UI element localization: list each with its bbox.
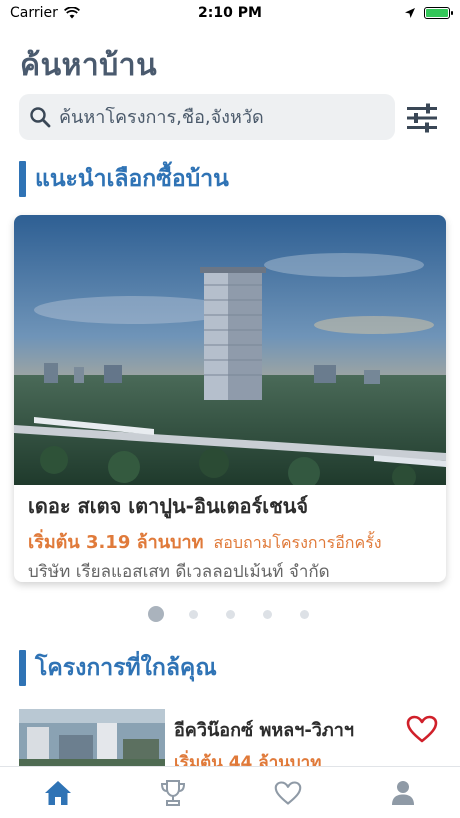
nearby-project-item[interactable]: อีควิน๊อกซ์ พหลฯ-วิภาฯ เริ่มต้น 44 ล้านบ… bbox=[19, 709, 440, 769]
featured-project-company: บริษัท เรียลแอสเสท ดีเวลลอปเม้นท์ จำกัด bbox=[28, 562, 330, 582]
heart-outline-icon bbox=[406, 715, 438, 743]
section-title-recommended: แนะนำเลือกซื้อบ้าน bbox=[35, 166, 229, 192]
tab-favorites[interactable] bbox=[230, 767, 345, 818]
location-arrow-icon bbox=[405, 8, 415, 18]
heart-icon bbox=[274, 780, 301, 805]
search-input[interactable] bbox=[59, 106, 379, 128]
carousel-dot[interactable] bbox=[188, 609, 198, 619]
sliders-icon bbox=[407, 103, 437, 133]
trophy-icon bbox=[160, 779, 185, 806]
featured-project-image bbox=[14, 215, 446, 485]
search-icon bbox=[30, 107, 51, 128]
nearby-project-thumbnail bbox=[19, 709, 165, 769]
tab-bar bbox=[0, 766, 460, 818]
featured-project-name: เดอะ สเตจ เตาปูน-อินเตอร์เชนจ์ bbox=[28, 494, 309, 518]
status-right bbox=[404, 7, 453, 19]
page-title: ค้นหาบ้าน bbox=[20, 48, 158, 83]
carousel-dot[interactable] bbox=[262, 609, 272, 619]
carousel-dot[interactable] bbox=[225, 609, 235, 619]
tab-awards[interactable] bbox=[115, 767, 230, 818]
section-accent-bar bbox=[19, 650, 26, 686]
tab-home[interactable] bbox=[0, 767, 115, 818]
status-bar: Carrier 2:10 PM bbox=[0, 0, 460, 26]
status-left: Carrier bbox=[10, 5, 80, 21]
battery-level bbox=[426, 9, 448, 17]
battery-icon bbox=[424, 7, 453, 19]
featured-price-row: เริ่มต้น 3.19 ล้านบาท สอบถามโครงการอีกคร… bbox=[28, 527, 382, 556]
featured-project-inquiry: สอบถามโครงการอีกครั้ง bbox=[213, 533, 382, 552]
wifi-icon bbox=[63, 7, 80, 19]
section-recommended: แนะนำเลือกซื้อบ้าน bbox=[19, 161, 229, 197]
filter-button[interactable] bbox=[404, 100, 440, 136]
tab-profile[interactable] bbox=[345, 767, 460, 818]
featured-project-card[interactable]: เดอะ สเตจ เตาปูน-อินเตอร์เชนจ์ เริ่มต้น … bbox=[14, 215, 446, 582]
featured-project-price: เริ่มต้น 3.19 ล้านบาท bbox=[28, 532, 204, 553]
section-title-nearby: โครงการที่ใกล้คุณ bbox=[35, 655, 217, 681]
section-accent-bar bbox=[19, 161, 26, 197]
carousel-indicator bbox=[0, 606, 460, 622]
carousel-dot[interactable] bbox=[299, 609, 309, 619]
section-nearby: โครงการที่ใกล้คุณ bbox=[19, 650, 217, 686]
carrier-label: Carrier bbox=[10, 5, 58, 21]
favorite-button[interactable] bbox=[404, 713, 440, 745]
nearby-project-name: อีควิน๊อกซ์ พหลฯ-วิภาฯ bbox=[174, 720, 354, 741]
search-bar[interactable] bbox=[19, 94, 395, 140]
person-icon bbox=[391, 780, 414, 805]
home-icon bbox=[44, 780, 71, 805]
carousel-dot[interactable] bbox=[148, 606, 164, 622]
